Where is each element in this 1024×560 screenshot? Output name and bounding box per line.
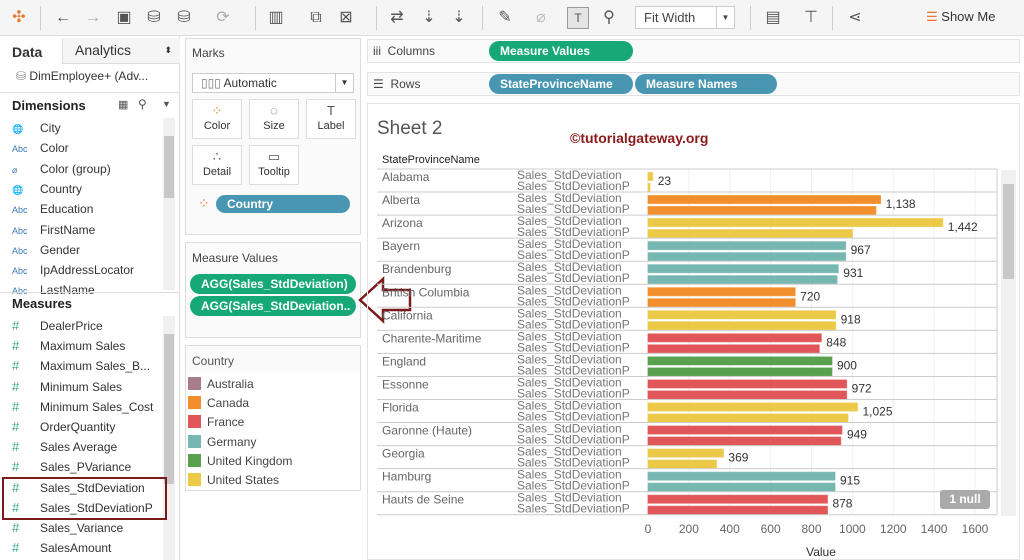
bar[interactable]	[647, 344, 820, 354]
state-label: Alabama	[382, 170, 430, 184]
x-tick-label: 200	[679, 522, 699, 536]
bar[interactable]	[647, 367, 833, 377]
data-label: 1,138	[886, 197, 916, 211]
bar[interactable]	[647, 195, 882, 205]
x-tick-label: 400	[720, 522, 740, 536]
bar[interactable]	[647, 505, 828, 515]
bar[interactable]	[647, 436, 842, 446]
bar[interactable]	[647, 172, 654, 181]
x-tick-label: 800	[801, 522, 821, 536]
data-label: 878	[832, 497, 852, 511]
state-label: Charente-Maritime	[382, 331, 482, 345]
bar[interactable]	[647, 275, 838, 285]
state-label: Hamburg	[382, 470, 431, 484]
data-label: 369	[728, 451, 748, 465]
measure-name-label: Sales_StdDeviationP	[517, 502, 630, 516]
bar[interactable]	[647, 298, 796, 308]
state-label: Garonne (Haute)	[382, 424, 472, 438]
state-label: California	[382, 308, 433, 322]
bar[interactable]	[647, 229, 853, 239]
view-scrollbar[interactable]	[1001, 170, 1016, 516]
data-label: 967	[851, 243, 871, 257]
bar[interactable]	[647, 402, 858, 412]
data-label: 972	[852, 381, 872, 395]
x-tick-label: 1200	[880, 522, 907, 536]
bar[interactable]	[647, 218, 944, 228]
state-label: British Columbia	[382, 285, 470, 299]
x-axis-title: Value	[806, 545, 836, 559]
bar[interactable]	[647, 356, 833, 366]
null-indicator[interactable]: 1 null	[940, 490, 990, 509]
bar[interactable]	[647, 252, 847, 262]
bar[interactable]	[647, 379, 848, 389]
x-tick-label: 1400	[921, 522, 948, 536]
data-label: 23	[658, 174, 672, 188]
bar[interactable]	[647, 413, 849, 423]
data-label: 848	[826, 335, 846, 349]
state-label: Hauts de Seine	[382, 493, 464, 507]
data-label: 900	[837, 358, 857, 372]
bar[interactable]	[647, 482, 836, 492]
bar[interactable]	[647, 471, 836, 481]
data-label: 1,025	[862, 405, 892, 419]
x-tick-label: 0	[645, 522, 652, 536]
bar[interactable]	[647, 183, 651, 192]
bar[interactable]	[647, 333, 822, 343]
state-label: Brandenburg	[382, 262, 451, 276]
data-label: 720	[800, 289, 820, 303]
bar[interactable]	[647, 425, 843, 435]
state-label: Georgia	[382, 447, 425, 461]
bar-chart: 0 200 400 600 800 1000 1200 1400 1600 Value Alabam…	[377, 168, 998, 559]
bar[interactable]	[647, 448, 724, 458]
state-label: England	[382, 354, 426, 368]
bar[interactable]	[647, 241, 847, 251]
bar[interactable]	[647, 321, 837, 331]
state-label: Essonne	[382, 377, 429, 391]
scroll-thumb[interactable]	[1003, 184, 1014, 279]
state-label: Bayern	[382, 239, 420, 253]
state-label: Florida	[382, 401, 419, 415]
data-label: 918	[841, 312, 861, 326]
bar[interactable]	[647, 459, 717, 469]
data-label: 931	[843, 266, 863, 280]
data-label: 1,442	[948, 220, 978, 234]
state-label: Arizona	[382, 216, 423, 230]
bar[interactable]	[647, 264, 839, 274]
state-label: Alberta	[382, 193, 420, 207]
x-tick-label: 600	[761, 522, 781, 536]
bar[interactable]	[647, 390, 848, 400]
bar[interactable]	[647, 310, 837, 320]
x-tick-label: 1600	[962, 522, 989, 536]
data-label: 915	[840, 474, 860, 488]
bar[interactable]	[647, 494, 828, 504]
data-label: 949	[847, 428, 867, 442]
bar[interactable]	[647, 206, 877, 216]
bar[interactable]	[647, 287, 796, 297]
x-tick-label: 1000	[839, 522, 866, 536]
